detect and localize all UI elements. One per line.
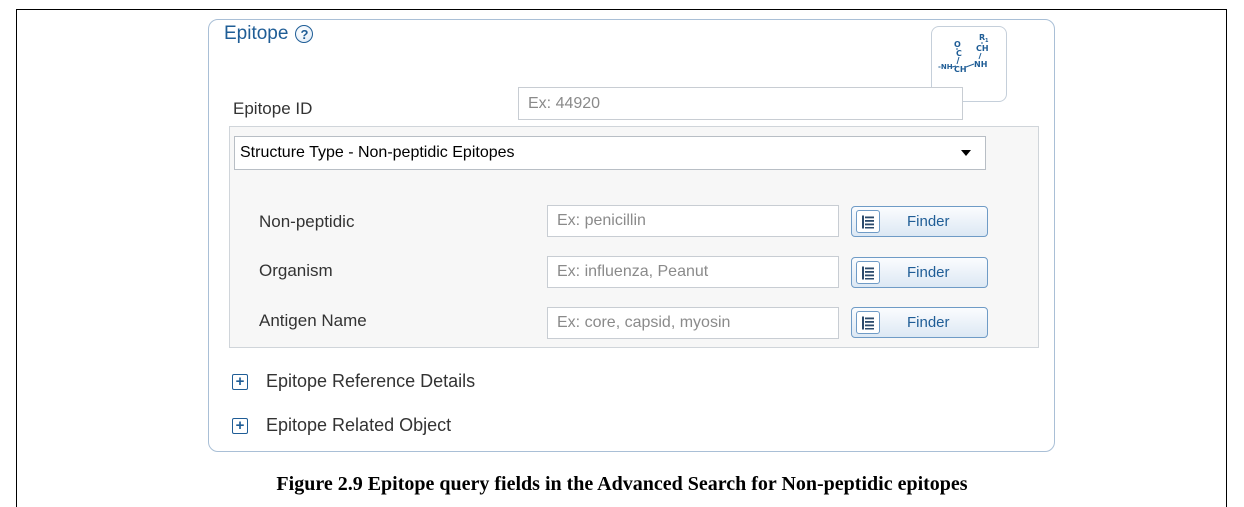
antigen-name-input[interactable] (547, 307, 839, 339)
help-icon[interactable]: ? (295, 25, 314, 43)
plus-box-icon: + (232, 417, 248, 434)
antigen-name-label: Antigen Name (259, 311, 367, 330)
panel-title-text: Epitope (224, 23, 289, 44)
chevron-down-icon (961, 150, 971, 156)
non-peptidic-input[interactable] (547, 205, 839, 237)
epitope-id-label: Epitope ID (233, 99, 313, 118)
epitope-id-input[interactable] (518, 87, 963, 120)
organism-finder-button[interactable]: Finder (851, 257, 988, 288)
list-icon (856, 311, 880, 334)
expander-label: Epitope Reference Details (266, 371, 476, 391)
finder-label: Finder (907, 314, 950, 331)
finder-label: Finder (907, 213, 950, 230)
epitope-reference-details-toggle[interactable]: + Epitope Reference Details (232, 371, 475, 392)
expander-label: Epitope Related Object (266, 415, 452, 435)
non-peptidic-finder-button[interactable]: Finder (851, 206, 988, 237)
panel-title: Epitope ? (224, 23, 314, 45)
structure-type-value: Structure Type - Non-peptidic Epitopes (240, 144, 515, 161)
organism-input[interactable] (547, 256, 839, 288)
svg-text:-NH: -NH (938, 63, 953, 71)
epitope-related-object-toggle[interactable]: + Epitope Related Object (232, 415, 451, 436)
antigen-name-finder-button[interactable]: Finder (851, 307, 988, 338)
structure-type-section: Structure Type - Non-peptidic Epitopes N… (229, 126, 1039, 348)
list-icon (856, 261, 880, 284)
structure-type-select[interactable]: Structure Type - Non-peptidic Epitopes (234, 136, 986, 170)
svg-text:O: O (954, 40, 961, 49)
svg-text:C: C (956, 49, 962, 58)
organism-label: Organism (259, 261, 333, 280)
plus-box-icon: + (232, 373, 248, 390)
epitope-panel: Epitope ? O C R 1 CH -NH CH NH Epitope I… (208, 19, 1055, 452)
non-peptidic-label: Non-peptidic (259, 212, 355, 231)
svg-text:CH: CH (976, 44, 989, 53)
list-icon (856, 210, 880, 233)
finder-label: Finder (907, 264, 950, 281)
svg-text:NH: NH (974, 60, 987, 69)
figure-caption: Figure 2.9 Epitope query fields in the A… (276, 473, 968, 495)
